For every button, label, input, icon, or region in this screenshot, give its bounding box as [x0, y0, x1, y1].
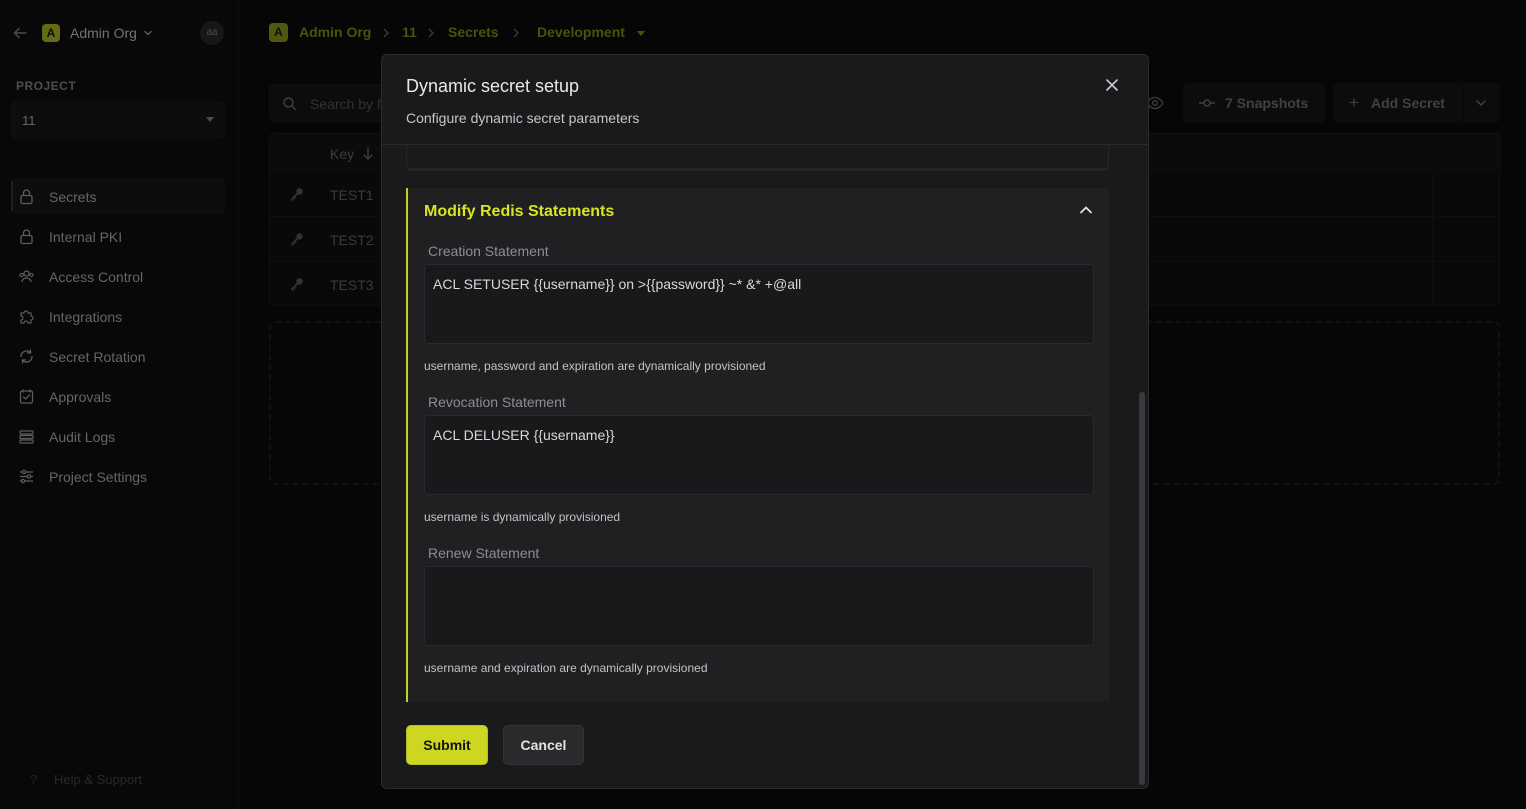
renew-statement-helper: username and expiration are dynamically … [424, 661, 708, 675]
modal-title: Dynamic secret setup [406, 76, 580, 96]
redis-statements-accordion: Modify Redis Statements Creation Stateme… [406, 188, 1109, 702]
dynamic-secret-modal: Dynamic secret setup Configure dynamic s… [381, 54, 1149, 789]
cancel-button[interactable]: Cancel [503, 725, 584, 765]
accordion-title[interactable]: Modify Redis Statements [424, 203, 614, 221]
revocation-statement-label: Revocation Statement [428, 394, 566, 410]
creation-statement-input[interactable]: ACL SETUSER {{username}} on >{{password}… [424, 264, 1094, 344]
close-icon[interactable] [1104, 77, 1120, 93]
creation-statement-label: Creation Statement [428, 243, 549, 259]
revocation-statement-helper: username is dynamically provisioned [424, 510, 621, 524]
revocation-statement-value: ACL DELUSER {{username}} [433, 427, 615, 443]
modal-scrollbar[interactable] [1139, 392, 1145, 785]
creation-statement-value: ACL SETUSER {{username}} on >{{password}… [433, 276, 802, 292]
submit-button[interactable]: Submit [406, 725, 488, 765]
renew-statement-input[interactable] [424, 566, 1094, 646]
revocation-statement-input[interactable]: ACL DELUSER {{username}} [424, 415, 1094, 495]
renew-statement-label: Renew Statement [428, 545, 540, 561]
chevron-up-icon[interactable] [1079, 203, 1093, 217]
modal-subtitle: Configure dynamic secret parameters [406, 110, 640, 126]
modal-header: Dynamic secret setup Configure dynamic s… [382, 55, 1148, 145]
previous-section-edge [406, 145, 1109, 171]
creation-statement-helper: username, password and expiration are dy… [424, 359, 766, 373]
